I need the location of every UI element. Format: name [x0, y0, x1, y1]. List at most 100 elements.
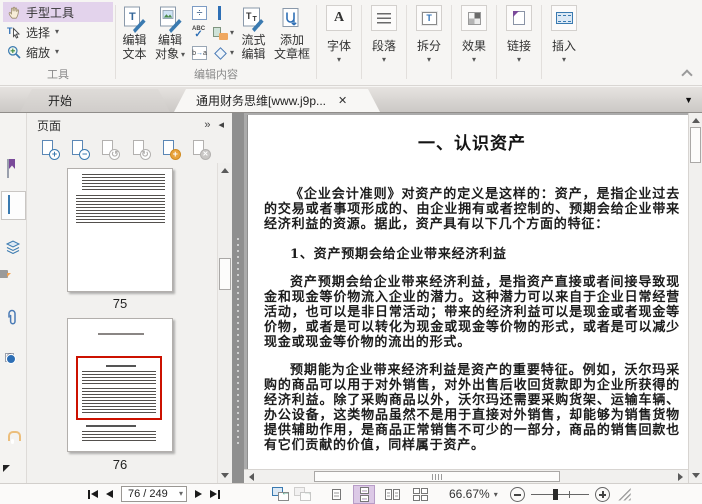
pdf-page[interactable]: 一、认识资产 《企业会计准则》对资产的定义是这样的：资产，是指企业过去的交易或者…	[247, 115, 688, 469]
scrollbar-thumb[interactable]	[314, 471, 560, 482]
edit-text-button[interactable]: T 编辑 文本	[118, 2, 151, 63]
scroll-down-button[interactable]	[689, 469, 702, 482]
effect-menu-button[interactable]: 效果 ▾	[454, 2, 494, 85]
zoom-tool-button[interactable]: 缩放 ▾	[3, 42, 113, 62]
attachments-panel-button[interactable]	[5, 309, 23, 327]
status-bar: 76 / 249 ▾ ← → 66.67% ▾	[0, 483, 702, 504]
chevron-down-icon[interactable]: ▾	[55, 28, 59, 36]
font-menu-button[interactable]: A 字体 ▾	[319, 2, 359, 85]
collapse-panel-icon[interactable]: ◂	[218, 119, 224, 131]
insert-icon	[551, 5, 578, 31]
thumbnail-text-block	[76, 195, 165, 223]
find-replace-icon: b → a	[192, 46, 208, 60]
next-page-button[interactable]	[191, 486, 206, 503]
security-panel-button[interactable]	[5, 437, 23, 455]
horizontal-scrollbar[interactable]	[244, 469, 688, 483]
chevron-down-icon[interactable]: ▾	[55, 48, 59, 56]
thumbnail-zoom-out-button[interactable]: −	[69, 139, 91, 160]
edit-object-button[interactable]: 编辑 对象 ▾	[151, 2, 189, 63]
doc-section-title: 一、认识资产	[418, 134, 526, 154]
chevron-down-icon: ▾	[427, 55, 432, 64]
doc-paragraph: 《企业会计准则》对资产的定义是这样的：资产，是指企业过去的交易或者事项形成的、由…	[264, 187, 680, 232]
text-cursor-button[interactable]	[213, 4, 234, 22]
hand-tool-button[interactable]: 手型工具	[3, 2, 113, 22]
scroll-up-button[interactable]	[689, 114, 702, 127]
spell-check-button[interactable]: ABC ✓	[192, 24, 207, 42]
tab-start[interactable]: 开始	[20, 89, 170, 112]
comments-panel-button[interactable]	[5, 274, 23, 292]
thumbnail-page-75[interactable]	[67, 168, 173, 292]
expand-all-icon[interactable]: »	[204, 119, 210, 131]
page-indicator-value: 76 / 249	[128, 488, 168, 500]
chevron-down-icon[interactable]: ▾	[494, 490, 498, 499]
navigation-panel-strip: @	[0, 113, 27, 483]
split-menu-button[interactable]: T 拆分 ▾	[409, 2, 449, 85]
thumbnail-page-76[interactable]	[67, 318, 173, 452]
next-view-button[interactable]: →	[294, 487, 312, 501]
zoom-out-button[interactable]	[509, 486, 525, 502]
thumbnail-scrollbar[interactable]	[217, 163, 232, 483]
scroll-right-button[interactable]	[674, 470, 687, 483]
scroll-left-button[interactable]	[245, 470, 258, 483]
add-page-button[interactable]: +	[160, 139, 181, 160]
rotate-right-button[interactable]: ↻	[130, 139, 151, 160]
pages-icon[interactable]	[5, 195, 23, 214]
scrollbar-thumb[interactable]	[690, 127, 701, 163]
add-article-box-button[interactable]: 添加 文章框	[270, 2, 314, 63]
zoom-in-button[interactable]	[594, 486, 610, 502]
previous-view-button[interactable]: ←	[272, 487, 290, 501]
facing-continuous-view-button[interactable]	[409, 485, 431, 504]
find-replace-button[interactable]: b → a	[192, 44, 208, 62]
single-page-view-button[interactable]	[325, 485, 347, 504]
paragraph-menu-button[interactable]: 段落 ▾	[364, 2, 404, 85]
last-page-button[interactable]	[206, 486, 224, 503]
thumbnail-zoom-in-button[interactable]: +	[39, 139, 60, 160]
flow-edit-button[interactable]: TT 流式 编辑	[237, 2, 270, 63]
bookmarks-panel-button[interactable]	[5, 159, 23, 178]
continuous-view-button[interactable]	[353, 484, 375, 504]
leading-adjust-icon: ÷	[192, 6, 208, 20]
delete-page-button[interactable]: ✕	[190, 139, 211, 160]
tab-document-active[interactable]: 通用财务思维[www.j9p... ✕	[174, 89, 380, 112]
rotate-left-button[interactable]: ↺	[99, 139, 121, 160]
zoom-slider-tick	[568, 490, 570, 498]
scroll-down-button[interactable]	[218, 469, 232, 482]
shape-button[interactable]: ▾	[213, 44, 234, 62]
collapse-ribbon-button[interactable]	[681, 69, 693, 81]
vertical-scrollbar[interactable]	[688, 113, 702, 483]
back-arrow-icon: ←	[281, 487, 290, 497]
scroll-up-button[interactable]	[218, 164, 232, 177]
layers-panel-button[interactable]	[5, 239, 23, 257]
tools-group-label: 工具	[47, 69, 69, 81]
image-annotation-button[interactable]: ▾	[213, 24, 234, 42]
svg-text:T: T	[253, 16, 258, 23]
bookmark-icon	[7, 159, 9, 178]
edit-mini-column-1: ÷ ABC ✓ b → a	[189, 2, 210, 62]
window-resize-grip[interactable]	[617, 487, 631, 501]
previous-page-button[interactable]	[102, 486, 117, 503]
pages-panel-title: 页面	[37, 118, 62, 133]
panel-splitter[interactable]	[232, 113, 244, 483]
zoom-slider-thumb[interactable]	[552, 488, 558, 500]
thumbnail-text-line	[86, 425, 136, 427]
zoom-slider[interactable]	[530, 488, 589, 500]
svg-text:T: T	[246, 11, 252, 21]
link-menu-button[interactable]: 链接 ▾	[499, 2, 539, 85]
text-fit-button[interactable]: ÷	[192, 4, 208, 22]
select-tool-button[interactable]: T 选择 ▾	[3, 22, 113, 42]
select-cursor-icon: T	[7, 25, 21, 39]
chevron-down-icon[interactable]: ▾	[179, 490, 183, 498]
tab-start-label: 开始	[48, 94, 73, 108]
insert-menu-button[interactable]: 插入 ▾	[544, 2, 584, 85]
panel-corner-arrow-icon[interactable]	[3, 465, 10, 472]
paragraph-icon	[371, 5, 398, 31]
image-comment-icon	[213, 26, 229, 40]
facing-view-button[interactable]	[381, 485, 403, 504]
first-page-button[interactable]	[84, 486, 102, 503]
tab-list-menu-icon[interactable]: ▼	[684, 95, 693, 105]
zoom-level-value[interactable]: 66.67%	[449, 487, 490, 501]
close-tab-icon[interactable]: ✕	[338, 94, 347, 107]
scrollbar-thumb[interactable]	[219, 258, 231, 290]
chevron-down-icon: ▾	[337, 55, 342, 64]
page-number-field[interactable]: 76 / 249 ▾	[121, 486, 187, 502]
